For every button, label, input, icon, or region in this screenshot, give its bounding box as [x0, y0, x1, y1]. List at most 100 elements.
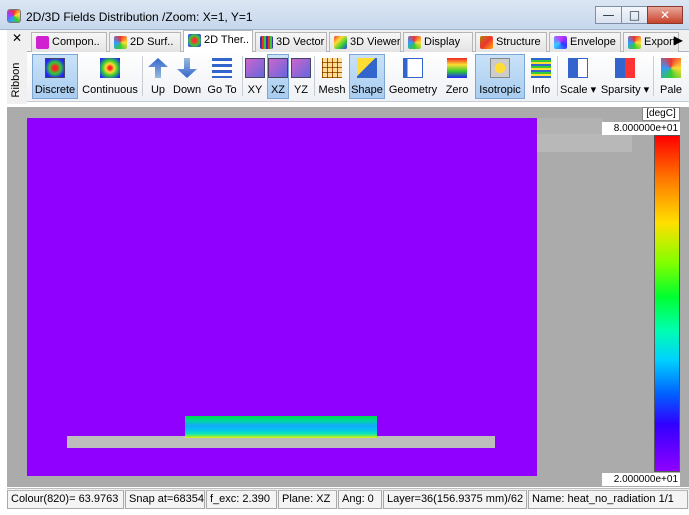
heated-layer: [185, 416, 377, 438]
tab-label: 3D Viewer: [350, 36, 401, 48]
discrete-icon: [45, 58, 65, 78]
ribbon-close-icon[interactable]: ✕: [12, 31, 22, 45]
toolbar-separator: [142, 56, 143, 96]
minimize-icon: —: [602, 8, 615, 22]
sparsity-label: Sparsity ▾: [600, 84, 650, 96]
palette-label: Pale: [659, 84, 683, 96]
plane-yz-icon: [291, 58, 311, 78]
ribbon-strip: ✕ Ribbon: [7, 30, 27, 104]
discrete-label: Discrete: [34, 84, 76, 96]
info-icon: [531, 58, 551, 78]
zero-label: Zero: [445, 84, 469, 96]
toolbar-separator: [557, 56, 558, 96]
continuous-label: Continuous: [82, 84, 138, 96]
plane-yz-button[interactable]: YZ: [290, 54, 312, 99]
isotropic-icon: [490, 58, 510, 78]
scale-dropdown[interactable]: Scale ▾: [559, 54, 597, 99]
structure-icon: [480, 36, 493, 49]
tab-label: Envelope: [570, 36, 616, 48]
goto-icon: [212, 58, 232, 78]
surface-2d-icon: [114, 36, 127, 49]
status-layer: Layer=36(156.9375 mm)/62: [383, 490, 527, 509]
status-colour: Colour(820)= 63.9763: [7, 490, 124, 509]
status-bar: Colour(820)= 63.9763 Snap at=68354 f_exc…: [7, 488, 689, 509]
components-icon: [36, 36, 49, 49]
tab-display[interactable]: Display: [403, 32, 473, 52]
colorbar: [654, 135, 680, 472]
title-bar: 2D/3D Fields Distribution /Zoom: X=1, Y=…: [0, 0, 689, 30]
tab-row: Compon.. 2D Surf.. 2D Ther.. 3D Vector 3…: [27, 30, 689, 53]
sparsity-dropdown[interactable]: Sparsity ▾: [599, 54, 651, 99]
plane-xy-label: XY: [247, 84, 263, 96]
status-name: Name: heat_no_radiation 1/1: [528, 490, 688, 509]
tab-label: Structure: [496, 36, 541, 48]
app-icon: [7, 9, 21, 23]
export-icon: [628, 36, 641, 49]
sparsity-icon: [615, 58, 635, 78]
arrow-down-icon: [177, 58, 197, 78]
tab-export[interactable]: Export: [623, 32, 679, 52]
plot-background-patch: [537, 118, 603, 134]
continuous-button[interactable]: Continuous: [80, 54, 140, 99]
colorbar-min-label: 2.000000e+01: [602, 473, 680, 486]
tab-label: 3D Vector: [276, 36, 325, 48]
down-button[interactable]: Down: [172, 54, 202, 99]
plane-yz-label: YZ: [293, 84, 309, 96]
tab-label: Export: [644, 36, 676, 48]
mesh-label: Mesh: [318, 84, 346, 96]
tab-3d-viewer[interactable]: 3D Viewer: [329, 32, 401, 52]
plane-xz-label: XZ: [270, 84, 286, 96]
palette-icon: [661, 58, 681, 78]
display-icon: [408, 36, 421, 49]
tab-2d-thermal[interactable]: 2D Ther..: [183, 30, 253, 53]
tab-components[interactable]: Compon..: [31, 32, 107, 52]
thermal-2d-icon: [188, 34, 201, 47]
down-label: Down: [173, 84, 202, 96]
scale-icon: [568, 58, 588, 78]
status-f-exc: f_exc: 2.390: [206, 490, 277, 509]
goto-button[interactable]: Go To: [204, 54, 240, 99]
tab-envelope[interactable]: Envelope: [549, 32, 621, 52]
toolbar-separator: [242, 56, 243, 96]
plane-xz-button[interactable]: XZ: [267, 54, 289, 99]
tab-label: 2D Surf..: [130, 36, 174, 48]
up-label: Up: [150, 84, 166, 96]
mesh-icon: [322, 58, 342, 78]
maximize-button[interactable]: □: [621, 6, 648, 24]
geometry-button[interactable]: Geometry: [387, 54, 439, 99]
tab-label: 2D Ther..: [204, 34, 250, 46]
colorbar-max-label: 8.000000e+01: [602, 122, 680, 135]
window-title: 2D/3D Fields Distribution /Zoom: X=1, Y=…: [26, 10, 253, 24]
plot-background-patch: [537, 134, 632, 152]
isotropic-label: Isotropic: [479, 84, 521, 96]
plane-xy-button[interactable]: XY: [244, 54, 266, 99]
tab-structure[interactable]: Structure: [475, 32, 547, 52]
info-button[interactable]: Info: [527, 54, 555, 99]
tab-scroll-right-icon[interactable]: ▶: [674, 33, 683, 47]
close-button[interactable]: ✕: [647, 6, 683, 24]
colorbar-unit: [degC]: [642, 107, 680, 121]
minimize-button[interactable]: —: [595, 6, 622, 24]
continuous-icon: [100, 58, 120, 78]
arrow-up-icon: [148, 58, 168, 78]
mesh-button[interactable]: Mesh: [316, 54, 348, 99]
geometry-icon: [403, 58, 423, 78]
tab-3d-vector[interactable]: 3D Vector: [255, 32, 327, 52]
shape-icon: [357, 58, 377, 78]
info-label: Info: [531, 84, 551, 96]
shape-button[interactable]: Shape: [349, 54, 385, 99]
geometry-label: Geometry: [388, 84, 438, 96]
zero-button[interactable]: Zero: [441, 54, 473, 99]
status-angle: Ang: 0: [338, 490, 382, 509]
up-button[interactable]: Up: [145, 54, 171, 99]
discrete-button[interactable]: Discrete: [32, 54, 78, 99]
vector-3d-icon: [260, 36, 273, 49]
shape-label: Shape: [351, 84, 383, 96]
isotropic-button[interactable]: Isotropic: [475, 54, 525, 99]
viewer-3d-icon: [334, 36, 347, 49]
ribbon-label[interactable]: Ribbon: [10, 57, 22, 103]
tab-2d-surface[interactable]: 2D Surf..: [109, 32, 181, 52]
palette-button[interactable]: Pale: [655, 54, 687, 99]
toolbar-separator: [314, 56, 315, 96]
plane-xy-icon: [245, 58, 265, 78]
